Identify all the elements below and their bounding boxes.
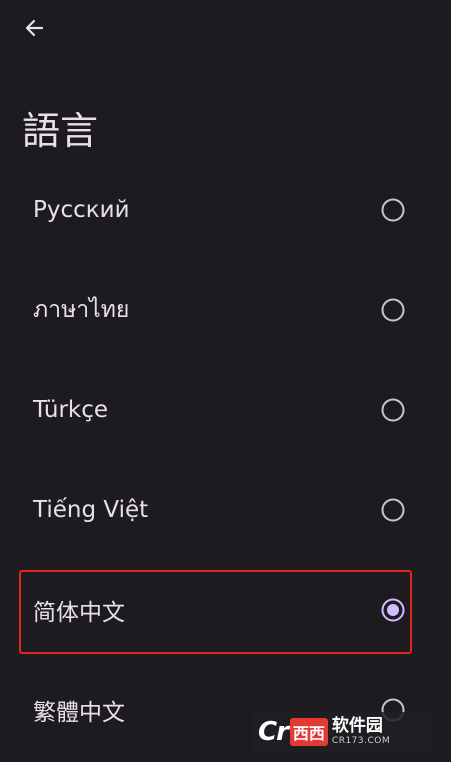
language-option-thai[interactable]: ภาษาไทย bbox=[0, 260, 451, 360]
language-option-russian[interactable]: Русский bbox=[0, 160, 451, 260]
radio-unselected-icon[interactable] bbox=[381, 298, 405, 322]
page-title: 語言 bbox=[22, 109, 99, 153]
watermark-badge: 西西 bbox=[289, 718, 328, 746]
radio-selected-icon[interactable] bbox=[381, 598, 405, 622]
radio-unselected-icon[interactable] bbox=[381, 198, 405, 222]
language-label: 简体中文 bbox=[33, 600, 125, 626]
arrow-back-icon bbox=[22, 16, 46, 44]
language-option-vietnamese[interactable]: Tiếng Việt bbox=[0, 460, 451, 560]
language-option-turkish[interactable]: Türkçe bbox=[0, 360, 451, 460]
watermark-logo: Cr bbox=[258, 717, 289, 747]
language-label: Русский bbox=[33, 197, 130, 223]
language-option-simplified-chinese[interactable]: 简体中文 bbox=[0, 560, 451, 660]
watermark-site-name: 软件园 bbox=[331, 716, 383, 736]
language-label: Türkçe bbox=[33, 397, 109, 423]
language-label: 繁體中文 bbox=[33, 700, 125, 726]
back-button[interactable] bbox=[14, 10, 54, 50]
radio-unselected-icon[interactable] bbox=[381, 398, 405, 422]
watermark-text: 软件园 CR173.COM bbox=[332, 717, 390, 747]
radio-unselected-icon[interactable] bbox=[381, 498, 405, 522]
watermark: Cr 西西 软件园 CR173.COM bbox=[252, 712, 433, 752]
watermark-domain: CR173.COM bbox=[331, 736, 391, 746]
language-label: ภาษาไทย bbox=[33, 297, 130, 323]
language-label: Tiếng Việt bbox=[33, 497, 149, 523]
